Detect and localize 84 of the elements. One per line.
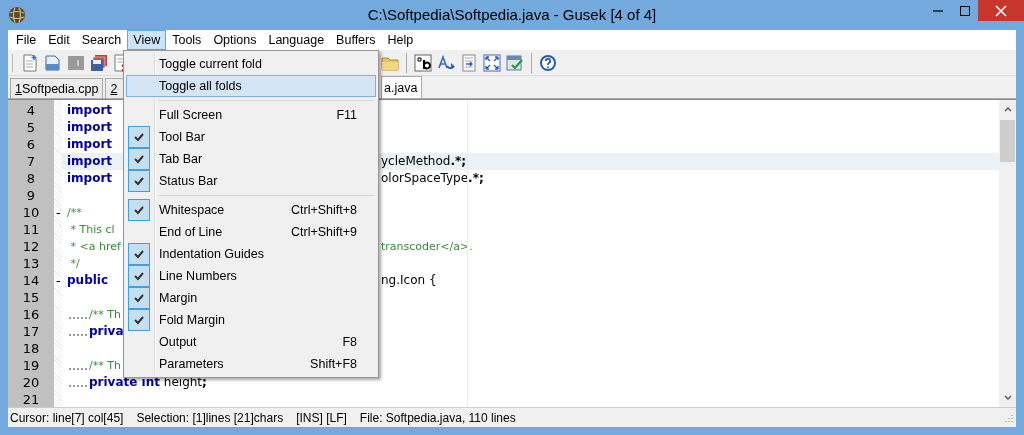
- code-text: * This cl: [69, 222, 115, 237]
- line-number: 4: [25, 102, 37, 119]
- code-text: /**: [67, 205, 82, 220]
- menu-item[interactable]: View: [127, 30, 167, 50]
- code-text: import: [67, 120, 113, 135]
- code-text: import: [67, 103, 113, 118]
- menu-option[interactable]: Line Numbers: [126, 265, 376, 287]
- minimize-icon: [932, 9, 943, 12]
- code-text: */: [69, 256, 80, 271]
- code-text: priva: [89, 324, 124, 339]
- page-number-icon[interactable]: [67, 53, 85, 72]
- menu-option[interactable]: Output F8: [126, 331, 376, 353]
- help-icon[interactable]: [539, 53, 557, 72]
- status-text: Selection: [1]lines [21]chars: [136, 410, 284, 425]
- menu-option[interactable]: Indentation Guides: [126, 243, 376, 265]
- line-number: 19: [21, 357, 41, 374]
- menu-option[interactable]: Status Bar: [126, 170, 376, 192]
- maximize-icon: [959, 5, 970, 16]
- line-number: 21: [21, 391, 41, 407]
- menu-item[interactable]: File: [10, 30, 43, 50]
- menu-option[interactable]: Margin: [126, 287, 376, 309]
- code-text: transcoder</a>.: [381, 239, 473, 254]
- menu-item[interactable]: Buffers: [330, 30, 382, 50]
- menu-option[interactable]: Tool Bar: [126, 126, 376, 148]
- fold-marker[interactable]: -: [56, 204, 61, 221]
- line-number: 8: [25, 170, 37, 187]
- menu-item[interactable]: Tools: [166, 30, 208, 50]
- line-number: 9: [25, 187, 37, 204]
- line-number: 5: [25, 119, 37, 136]
- expand-icon[interactable]: [483, 53, 501, 72]
- line-number: 17: [21, 323, 41, 340]
- code-text: public: [67, 273, 109, 288]
- status-text: File: Softpedia.java, 110 lines: [359, 410, 516, 425]
- text-case-icon[interactable]: [414, 53, 432, 72]
- checklist-icon[interactable]: [506, 53, 524, 72]
- line-number: 13: [21, 255, 41, 272]
- status-text: Cursor: line[7] col[45]: [10, 410, 124, 425]
- menu-item[interactable]: Edit: [42, 30, 76, 50]
- code-text: * <a href: [69, 239, 121, 254]
- file-tab[interactable]: 1Softpedia.cpp: [10, 78, 104, 98]
- save-all-icon[interactable]: [90, 53, 108, 72]
- menu-item[interactable]: Search: [75, 30, 128, 50]
- line-number: 16: [21, 306, 41, 323]
- code-text: ng.Icon {: [381, 273, 437, 288]
- menu-option[interactable]: Whitespace Ctrl+Shift+8: [126, 199, 376, 221]
- menu-option[interactable]: Toggle current fold: [126, 53, 376, 75]
- code-text: import: [67, 154, 113, 169]
- line-number: 6: [25, 136, 37, 153]
- globe-icon: [8, 6, 26, 24]
- line-number: 14: [21, 272, 41, 289]
- new-file-icon[interactable]: [21, 53, 39, 72]
- line-number: 12: [21, 238, 41, 255]
- scroll-thumb[interactable]: [1000, 120, 1015, 162]
- status-text: [INS] [LF]: [296, 410, 347, 425]
- resize-grip-icon[interactable]: [1004, 412, 1014, 423]
- replace-icon[interactable]: [437, 53, 455, 72]
- code-text: /** Th: [89, 358, 121, 373]
- close-button[interactable]: [978, 0, 1024, 21]
- line-number: 18: [21, 340, 41, 357]
- menu-option[interactable]: Fold Margin: [126, 309, 376, 331]
- line-number: 10: [21, 204, 41, 221]
- file-tab[interactable]: a.java: [381, 76, 423, 98]
- line-number: 7: [25, 153, 37, 170]
- menu-item[interactable]: Options: [207, 30, 263, 50]
- document-icon[interactable]: [44, 53, 62, 72]
- menu-item[interactable]: Help: [381, 30, 420, 50]
- code-text: import: [67, 137, 113, 152]
- menu-option[interactable]: Tab Bar: [126, 148, 376, 170]
- menu-option[interactable]: Full Screen F11: [126, 104, 376, 126]
- menu-option[interactable]: End of Line Ctrl+Shift+9: [126, 221, 376, 243]
- window-title: C:\Softpedia\Softpedia.java - Gusek [4 of 4]: [367, 6, 657, 23]
- close-icon: [995, 4, 1007, 17]
- code-text: import: [67, 171, 113, 186]
- menu-item[interactable]: Language: [262, 30, 331, 50]
- menu-option[interactable]: Toggle all folds: [126, 75, 376, 97]
- line-number: 15: [21, 289, 41, 306]
- fold-marker[interactable]: -: [56, 272, 61, 289]
- line-number: 20: [21, 374, 41, 391]
- code-text: ycleMethod.*;: [381, 154, 467, 169]
- code-text: olorSpaceType.*;: [381, 171, 484, 186]
- scrollbar[interactable]: [999, 100, 1016, 407]
- code-text: /** Th: [89, 307, 121, 322]
- menu-option[interactable]: Parameters Shift+F8: [126, 353, 376, 375]
- line-number: 11: [21, 221, 41, 238]
